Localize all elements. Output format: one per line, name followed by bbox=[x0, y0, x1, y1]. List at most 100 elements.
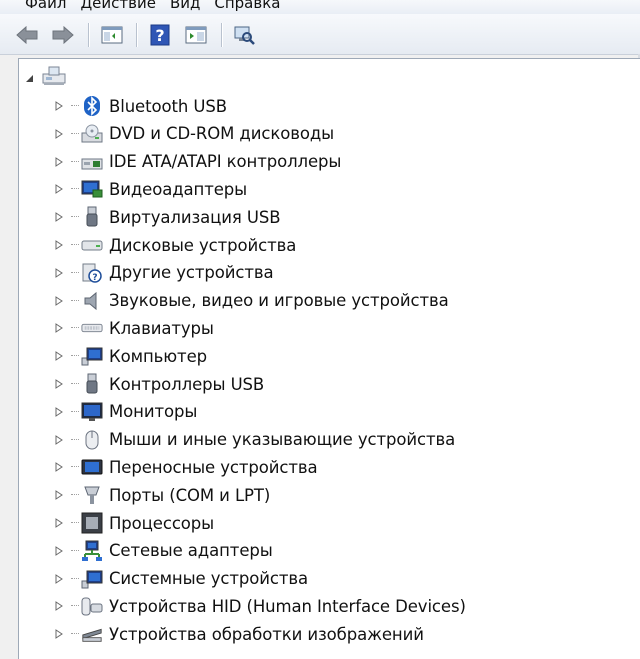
tree-node[interactable]: Звуковые, видео и игровые устройства bbox=[53, 288, 449, 314]
tree-node-label: Порты (COM и LPT) bbox=[109, 485, 271, 505]
expand-icon[interactable] bbox=[53, 517, 65, 529]
tree-node-label: Сетевые адаптеры bbox=[109, 541, 273, 561]
tree-node[interactable]: ? Другие устройства bbox=[53, 260, 274, 286]
scan-hardware-icon bbox=[234, 26, 255, 45]
tree-node-label: Компьютер bbox=[109, 346, 207, 366]
tree-connector bbox=[71, 494, 79, 496]
expand-icon[interactable] bbox=[53, 406, 65, 418]
tree-node-label: Системные устройства bbox=[109, 569, 308, 589]
tree-connector bbox=[71, 355, 79, 357]
tree-node-label: Виртуализация USB bbox=[109, 207, 281, 227]
display-adapter-icon bbox=[81, 178, 103, 200]
back-button[interactable] bbox=[14, 23, 40, 47]
tree-node-label: Устройства обработки изображений bbox=[109, 624, 424, 644]
expand-icon[interactable] bbox=[53, 545, 65, 557]
menu-view[interactable]: Вид bbox=[170, 0, 214, 12]
forward-icon bbox=[52, 26, 74, 44]
tree-node[interactable]: Устройства обработки изображений bbox=[53, 621, 424, 647]
tree-node[interactable]: Компьютер bbox=[53, 343, 207, 369]
expand-icon[interactable] bbox=[53, 322, 65, 334]
tree-node-label: Мониторы bbox=[109, 402, 198, 422]
tree-node-label: Контроллеры USB bbox=[109, 374, 265, 394]
expand-icon[interactable] bbox=[53, 239, 65, 251]
expand-icon[interactable] bbox=[53, 267, 65, 279]
tree-node-label: Видеоадаптеры bbox=[109, 179, 248, 199]
tree-node[interactable]: Устройства HID (Human Interface Devices) bbox=[53, 593, 466, 619]
tree-connector bbox=[71, 605, 79, 607]
tree-node[interactable]: Системные устройства bbox=[53, 566, 308, 592]
tree-connector bbox=[71, 327, 79, 329]
expand-icon[interactable] bbox=[53, 461, 65, 473]
usb-controller-icon bbox=[81, 373, 103, 395]
tree-node[interactable]: Контроллеры USB bbox=[53, 371, 264, 397]
tree-node[interactable]: DVD и CD-ROM дисководы bbox=[53, 121, 334, 147]
expand-icon[interactable] bbox=[53, 378, 65, 390]
device-tree[interactable]: Bluetooth USB DVD и CD-ROM дисководы IDE A… bbox=[18, 58, 640, 659]
properties-icon bbox=[185, 26, 207, 44]
expand-icon[interactable] bbox=[53, 128, 65, 140]
tree-node[interactable]: Виртуализация USB bbox=[53, 204, 281, 230]
toolbar-separator bbox=[136, 23, 137, 47]
expand-icon[interactable] bbox=[53, 295, 65, 307]
tree-node[interactable]: Мониторы bbox=[53, 399, 197, 425]
tree-connector bbox=[71, 160, 79, 163]
tree-connector bbox=[71, 633, 79, 635]
expand-icon[interactable] bbox=[53, 489, 65, 501]
tree-connector bbox=[71, 299, 79, 302]
tree-node-label: Другие устройства bbox=[109, 263, 274, 283]
tree-connector bbox=[71, 438, 79, 441]
show-hide-tree-button[interactable] bbox=[99, 23, 125, 47]
svg-text:?: ? bbox=[92, 273, 97, 283]
scan-hardware-button[interactable] bbox=[231, 23, 257, 47]
computer-root-icon bbox=[41, 65, 67, 91]
expand-icon[interactable] bbox=[53, 600, 65, 612]
forward-button[interactable] bbox=[50, 23, 76, 47]
tree-node[interactable]: Переносные устройства bbox=[53, 454, 318, 480]
tree-node-label: Мыши и иные указывающие устройства bbox=[109, 430, 456, 450]
mouse-icon bbox=[81, 429, 103, 451]
svg-text:?: ? bbox=[155, 26, 164, 45]
tree-node[interactable]: Сетевые адаптеры bbox=[53, 538, 273, 564]
menu-help[interactable]: Справка bbox=[214, 0, 294, 12]
tree-connector bbox=[71, 271, 79, 274]
disk-drive-icon bbox=[81, 234, 103, 256]
bluetooth-icon bbox=[81, 95, 103, 117]
tree-node-label: Дисковые устройства bbox=[109, 235, 297, 255]
tree-connector bbox=[71, 132, 79, 135]
menu-file[interactable]: Файл bbox=[25, 0, 80, 12]
keyboard-icon bbox=[81, 317, 103, 339]
port-icon bbox=[81, 484, 103, 506]
expand-icon[interactable] bbox=[53, 628, 65, 640]
tree-node[interactable]: Видеоадаптеры bbox=[53, 176, 247, 202]
tree-node[interactable]: IDE ATA/ATAPI контроллеры bbox=[53, 149, 341, 175]
help-button[interactable]: ? bbox=[147, 23, 173, 47]
toolbar-separator bbox=[221, 23, 222, 47]
expand-icon[interactable] bbox=[53, 434, 65, 446]
properties-button[interactable] bbox=[183, 23, 209, 47]
expand-icon[interactable] bbox=[53, 100, 65, 112]
monitor-icon bbox=[81, 401, 103, 423]
tree-node[interactable]: Порты (COM и LPT) bbox=[53, 482, 270, 508]
expand-icon[interactable] bbox=[53, 350, 65, 362]
toolbar-separator bbox=[88, 23, 89, 47]
sound-icon bbox=[81, 290, 103, 312]
tree-connector bbox=[71, 216, 79, 218]
tree-node[interactable]: Клавиатуры bbox=[53, 315, 214, 341]
network-adapter-icon bbox=[81, 540, 103, 562]
collapse-icon[interactable] bbox=[23, 72, 35, 84]
tree-node[interactable]: Дисковые устройства bbox=[53, 232, 296, 258]
menu-action[interactable]: Действие bbox=[80, 0, 170, 12]
tree-node[interactable]: Bluetooth USB bbox=[53, 93, 227, 119]
expand-icon[interactable] bbox=[53, 211, 65, 223]
tree-node-label: Переносные устройства bbox=[109, 457, 318, 477]
unknown-device-icon: ? bbox=[81, 262, 103, 284]
expand-icon[interactable] bbox=[53, 573, 65, 585]
expand-icon[interactable] bbox=[53, 183, 65, 195]
tree-node[interactable]: Мыши и иные указывающие устройства bbox=[53, 427, 455, 453]
toolbar: ? bbox=[0, 14, 640, 55]
portable-device-icon bbox=[81, 456, 103, 478]
expand-icon[interactable] bbox=[53, 156, 65, 168]
tree-root[interactable] bbox=[23, 66, 67, 90]
tree-connector bbox=[71, 105, 79, 107]
tree-node[interactable]: Процессоры bbox=[53, 510, 214, 536]
